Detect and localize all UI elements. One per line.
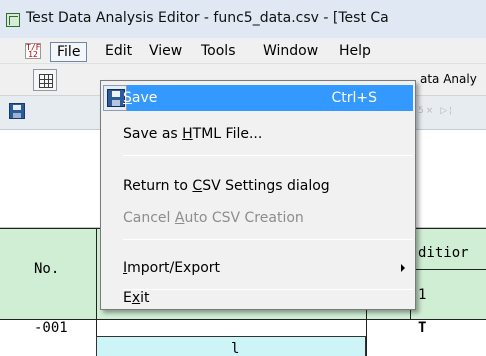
grid-view-button[interactable] bbox=[33, 69, 57, 91]
menu-item-import-export[interactable]: Import/Export bbox=[101, 255, 415, 281]
menu-item-return-csv-settings[interactable]: Return to CSV Settings dialog bbox=[101, 173, 415, 199]
app-icon bbox=[6, 13, 20, 27]
menu-view[interactable]: View bbox=[143, 42, 188, 62]
grid-divider bbox=[410, 269, 486, 270]
menu-bar: T/F 12 File Edit View Tools Window Help bbox=[0, 38, 486, 64]
menu-item-save-label: Save bbox=[123, 90, 158, 106]
menu-item-cancel-auto-csv-label: Cancel Auto CSV Creation bbox=[123, 210, 304, 226]
menu-file[interactable]: File bbox=[50, 42, 88, 62]
grid-divider bbox=[366, 320, 367, 356]
menu-item-import-export-label: Import/Export bbox=[123, 260, 221, 276]
tab-data-analysis[interactable]: ata Analy bbox=[420, 72, 477, 86]
file-menu-dropdown: Save Ctrl+S Save as HTML File... Return … bbox=[100, 80, 416, 310]
window-title: Test Data Analysis Editor - func5_data.c… bbox=[26, 10, 389, 26]
menu-item-exit[interactable]: Exit bbox=[101, 283, 415, 309]
submenu-arrow-icon bbox=[401, 264, 405, 272]
menu-help[interactable]: Help bbox=[333, 42, 377, 62]
menu-item-cancel-auto-csv: Cancel Auto CSV Creation bbox=[101, 205, 415, 231]
save-shortcut: Ctrl+S bbox=[331, 90, 377, 106]
menu-item-return-csv-settings-label: Return to CSV Settings dialog bbox=[123, 178, 330, 194]
header-condition-number: 1 bbox=[418, 287, 427, 303]
menu-item-save-as-html[interactable]: Save as HTML File... bbox=[101, 121, 415, 147]
menu-edit[interactable]: Edit bbox=[99, 42, 138, 62]
menu-separator bbox=[123, 239, 413, 240]
menu-tools[interactable]: Tools bbox=[195, 42, 242, 62]
title-bar: Test Data Analysis Editor - func5_data.c… bbox=[0, 0, 486, 38]
document-icon[interactable]: T/F 12 bbox=[25, 43, 41, 59]
header-no: No. bbox=[34, 261, 60, 277]
menu-item-save-as-html-label: Save as HTML File... bbox=[123, 126, 263, 142]
disabled-toolbar-controls: 5× ▷¦ bbox=[418, 106, 455, 116]
selected-cell[interactable]: l bbox=[96, 336, 366, 356]
selected-cell-text: l bbox=[231, 341, 240, 356]
grid-divider bbox=[96, 229, 97, 319]
row-id[interactable]: -001 bbox=[34, 320, 68, 336]
menu-item-save[interactable]: Save Ctrl+S bbox=[103, 85, 413, 111]
menu-window[interactable]: Window bbox=[257, 42, 324, 62]
table-row[interactable]: l -001 T bbox=[0, 320, 486, 356]
menu-separator bbox=[123, 155, 413, 156]
toolbar-save-icon[interactable] bbox=[9, 103, 25, 119]
row-condition-value[interactable]: T bbox=[418, 320, 426, 336]
menu-item-exit-label: Exit bbox=[123, 290, 150, 306]
header-condition: ditior bbox=[418, 245, 469, 261]
